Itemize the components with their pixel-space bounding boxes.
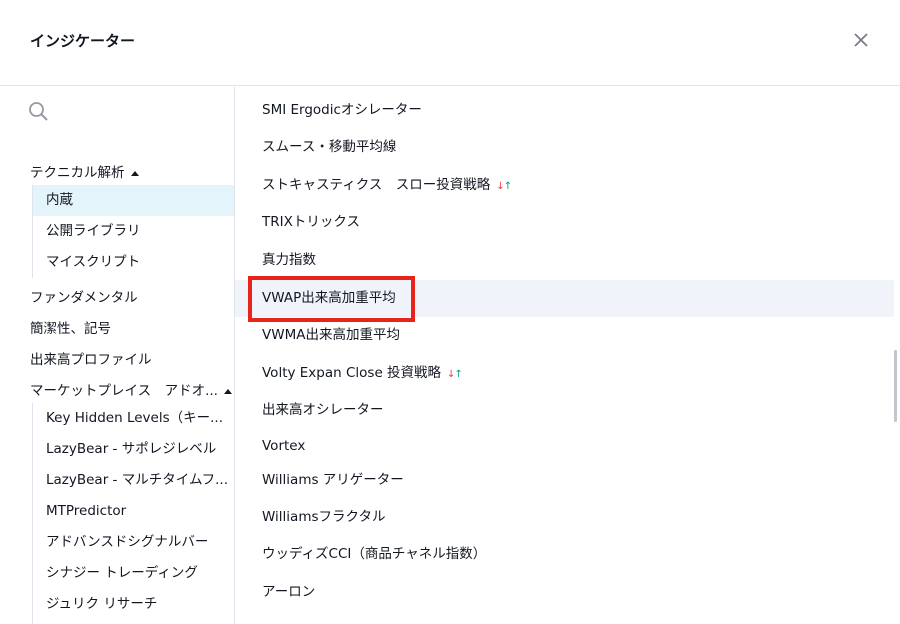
indicator-item[interactable]: SMI Ergodicオシレーター	[235, 92, 894, 129]
caret-up-icon	[223, 388, 232, 394]
technical-subgroup: 内蔵 公開ライブラリ マイスクリプト	[32, 185, 234, 278]
indicator-label: Vortex	[262, 438, 306, 454]
indicator-item[interactable]: 出来高オシレーター	[235, 392, 894, 429]
indicator-item[interactable]: 真力指数	[235, 242, 894, 279]
indicator-item[interactable]: VWMA出来高加重平均	[235, 317, 894, 354]
indicator-item-vwap[interactable]: VWAP出来高加重平均	[235, 280, 894, 317]
indicator-label: スムース・移動平均線	[262, 139, 397, 155]
category-fundamental[interactable]: ファンダメンタル	[30, 286, 138, 306]
indicator-label: ウッディズCCI（商品チャネル指数）	[262, 546, 487, 562]
indicator-label: VWAP出来高加重平均	[262, 290, 396, 306]
indicator-label: TRIXトリックス	[262, 214, 360, 230]
caret-up-icon	[130, 170, 139, 176]
scrollbar-thumb[interactable]	[894, 350, 897, 422]
close-icon[interactable]	[849, 28, 873, 52]
sub-item-lazybear-mtf[interactable]: LazyBear - マルチタイムフ...	[33, 465, 234, 496]
category-marketplace-label: マーケットプレイス アドオ...	[30, 383, 218, 399]
search-input[interactable]	[58, 99, 227, 129]
indicator-item[interactable]: スムース・移動平均線	[235, 129, 894, 166]
dialog-header: インジケーター	[0, 0, 900, 86]
indicator-item[interactable]: Volty Expan Close 投資戦略 ↓↑	[235, 355, 894, 392]
sub-item-builtin[interactable]: 内蔵	[33, 185, 234, 216]
indicator-item[interactable]: Vortex	[235, 428, 894, 465]
indicator-item[interactable]: Williams アリゲーター	[235, 462, 894, 499]
indicator-list: SMI Ergodicオシレーター スムース・移動平均線 ストキャスティクス ス…	[235, 87, 900, 624]
indicator-label: ストキャスティクス スロー投資戦略	[262, 177, 491, 193]
category-technical[interactable]: テクニカル解析	[30, 161, 139, 181]
indicator-item[interactable]: TRIXトリックス	[235, 204, 894, 241]
sub-item-jurik-research[interactable]: ジュリク リサーチ	[33, 589, 234, 620]
indicator-item[interactable]: Williamsフラクタル	[235, 499, 894, 536]
indicator-item[interactable]: ウッディズCCI（商品チャネル指数）	[235, 536, 894, 573]
sub-item-public-library[interactable]: 公開ライブラリ	[33, 216, 234, 247]
category-sidebar: テクニカル解析 内蔵 公開ライブラリ マイスクリプト ファンダメンタル 簡潔性、…	[0, 87, 235, 624]
category-technical-label: テクニカル解析	[30, 165, 125, 181]
sub-item-advanced-signal-bar[interactable]: アドバンスドシグナルバー	[33, 527, 234, 558]
sub-item-mtpredictor[interactable]: MTPredictor	[33, 496, 234, 527]
strategy-arrows-icon: ↓↑	[447, 369, 463, 380]
indicator-label: 出来高オシレーター	[262, 402, 384, 418]
category-kanketsu[interactable]: 簡潔性、記号	[30, 317, 111, 337]
category-marketplace[interactable]: マーケットプレイス アドオ...	[30, 379, 232, 399]
search-icon	[28, 101, 50, 123]
indicator-label: Volty Expan Close 投資戦略	[262, 365, 442, 381]
indicator-label: 真力指数	[262, 252, 316, 268]
strategy-arrows-icon: ↓↑	[496, 181, 512, 192]
indicator-item[interactable]: アーロン	[235, 574, 894, 611]
marketplace-subgroup: Key Hidden Levels（キー... LazyBear - サポレジレ…	[32, 403, 234, 624]
indicator-label: Williams アリゲーター	[262, 472, 404, 488]
sub-item-lazybear-sr[interactable]: LazyBear - サポレジレベル	[33, 434, 234, 465]
sub-item-my-scripts[interactable]: マイスクリプト	[33, 247, 234, 278]
category-volume-profile[interactable]: 出来高プロファイル	[30, 348, 152, 368]
indicator-label: SMI Ergodicオシレーター	[262, 102, 422, 118]
sub-item-key-hidden-levels[interactable]: Key Hidden Levels（キー...	[33, 403, 234, 434]
indicator-label: VWMA出来高加重平均	[262, 327, 400, 343]
search-box[interactable]	[0, 87, 234, 139]
sub-item-synergy-trading[interactable]: シナジー トレーディング	[33, 558, 234, 589]
indicator-item[interactable]: ストキャスティクス スロー投資戦略 ↓↑	[235, 167, 894, 204]
indicator-label: Williamsフラクタル	[262, 509, 386, 525]
indicator-label: アーロン	[262, 584, 316, 600]
dialog-title: インジケーター	[30, 32, 136, 50]
